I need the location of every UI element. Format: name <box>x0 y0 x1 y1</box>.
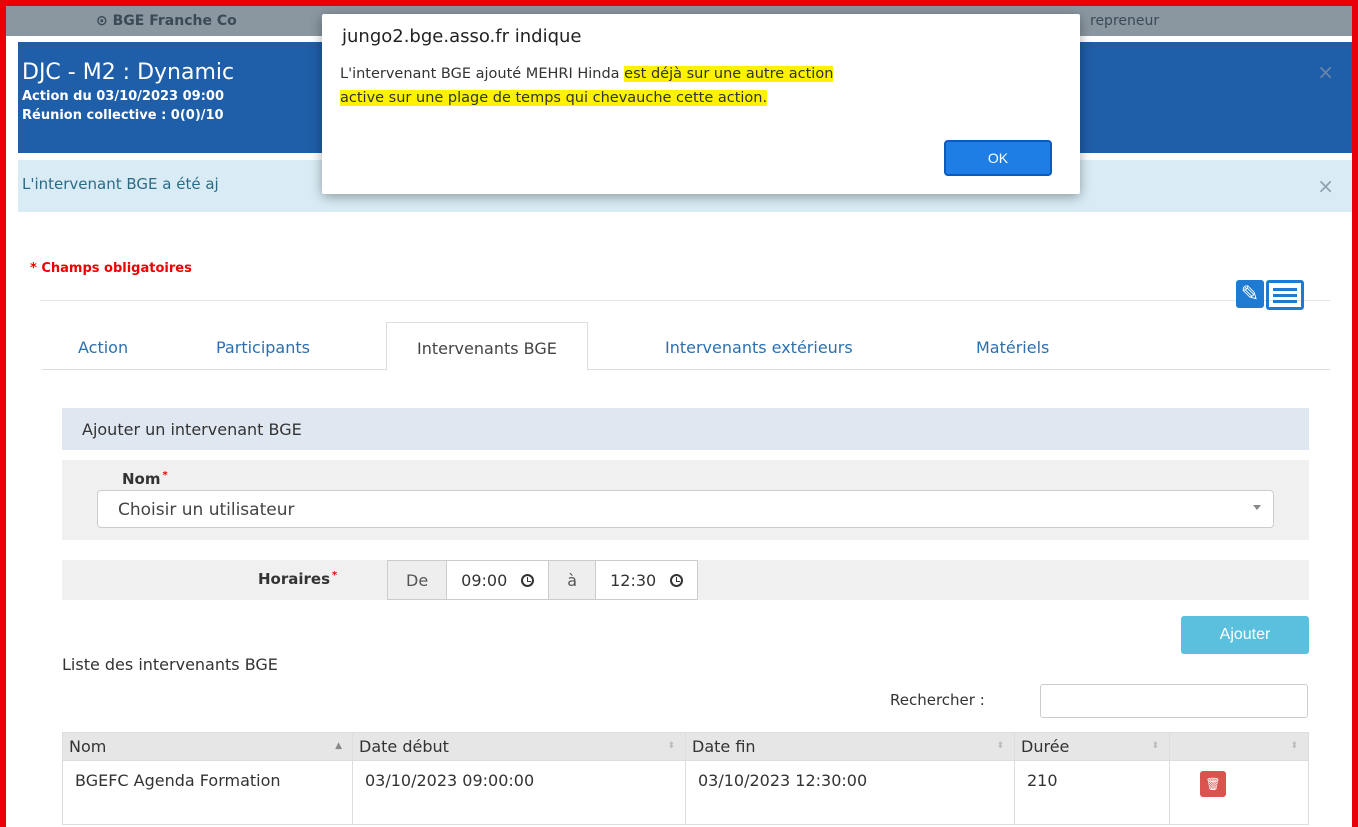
intervenants-table: Nom ▲ Date début ⬍ Date fin ⬍ Durée ⬍ ⬍ BGEF… <box>62 732 1309 825</box>
add-intervenant-section: Ajouter un intervenant BGE <box>62 408 1309 450</box>
column-header-date-debut[interactable]: Date début ⬍ <box>352 732 686 761</box>
ok-button[interactable]: OK <box>944 140 1052 176</box>
start-time-value: 09:00 <box>461 570 508 590</box>
dialog-title: jungo2.bge.asso.fr indique <box>342 26 582 47</box>
column-header-duree[interactable]: Durée ⬍ <box>1014 732 1170 761</box>
trash-icon[interactable]: 🗑 <box>1200 771 1226 797</box>
notice-text: L'intervenant BGE a été aj <box>22 175 219 193</box>
column-header-actions[interactable]: ⬍ <box>1169 732 1309 761</box>
clock-icon <box>670 573 684 587</box>
top-bar-left: ⊙ BGE Franche Co <box>96 13 237 29</box>
clock-icon <box>521 573 535 587</box>
tab-action[interactable]: Action <box>78 322 128 370</box>
list-view-icon[interactable] <box>1266 280 1304 310</box>
cell-date-fin: 03/10/2023 12:30:00 <box>685 760 1015 825</box>
close-icon[interactable]: × <box>1317 60 1334 84</box>
required-star: * <box>332 570 338 581</box>
highlighted-text: est déjà sur une autre action <box>624 66 834 82</box>
top-bar-right: repreneur <box>1090 13 1160 29</box>
action-date: Action du 03/10/2023 09:00 <box>22 89 225 104</box>
alert-dialog: jungo2.bge.asso.fr indique L'intervenant… <box>322 14 1080 194</box>
edit-icon[interactable]: ✎ <box>1236 280 1264 308</box>
dialog-message: L'intervenant BGE ajouté MEHRI Hinda est… <box>340 66 834 106</box>
required-fields-note: * Champs obligatoires <box>30 261 192 276</box>
sort-icon: ▲ <box>335 741 342 751</box>
cell-duree: 210 <box>1014 760 1170 825</box>
cell-actions: 🗑 <box>1169 760 1309 825</box>
add-button[interactable]: Ajouter <box>1181 616 1309 654</box>
column-header-nom[interactable]: Nom ▲ <box>62 732 353 761</box>
end-time-value: 12:30 <box>610 570 657 590</box>
to-label: à <box>549 561 597 599</box>
user-select-value: Choisir un utilisateur <box>118 500 295 520</box>
close-icon[interactable]: × <box>1317 174 1334 198</box>
divider <box>40 300 1330 301</box>
search-input[interactable] <box>1040 684 1308 718</box>
time-range: De 09:00 à 12:30 <box>387 560 699 600</box>
section-title: Ajouter un intervenant BGE <box>82 420 302 439</box>
column-header-date-fin[interactable]: Date fin ⬍ <box>685 732 1015 761</box>
start-time-input[interactable]: 09:00 <box>447 561 550 599</box>
list-title: Liste des intervenants BGE <box>62 655 278 674</box>
cell-nom: BGEFC Agenda Formation <box>62 760 353 825</box>
tab-bar: Action Participants Intervenants BGE Int… <box>42 322 1330 371</box>
tab-intervenants-exterieurs[interactable]: Intervenants extérieurs <box>665 322 853 370</box>
action-title: DJC - M2 : Dynamic <box>22 60 235 85</box>
tab-intervenants-bge[interactable]: Intervenants BGE <box>386 322 588 371</box>
tab-participants[interactable]: Participants <box>216 322 310 370</box>
sort-icon: ⬍ <box>667 741 675 751</box>
chevron-down-icon <box>1253 505 1261 510</box>
required-star: * <box>162 470 168 481</box>
horaires-label: Horaires * <box>258 570 338 588</box>
nom-label: Nom * <box>122 470 168 488</box>
view-toggle: ✎ <box>1236 280 1304 310</box>
tab-materiels[interactable]: Matériels <box>976 322 1049 370</box>
horaires-field-group: Horaires * De 09:00 à 12:30 <box>62 560 1309 600</box>
user-select[interactable]: Choisir un utilisateur <box>97 490 1274 528</box>
table-row: BGEFC Agenda Formation 03/10/2023 09:00:… <box>62 760 1309 825</box>
end-time-input[interactable]: 12:30 <box>596 561 697 599</box>
action-meeting-info: Réunion collective : 0(0)/10 <box>22 108 224 123</box>
cell-date-debut: 03/10/2023 09:00:00 <box>352 760 686 825</box>
sort-icon: ⬍ <box>1151 741 1159 751</box>
from-label: De <box>388 561 448 599</box>
search-label: Rechercher : <box>890 691 985 709</box>
nom-field-group: Nom * Choisir un utilisateur <box>62 460 1309 540</box>
sort-icon: ⬍ <box>1290 741 1298 751</box>
highlighted-text: active sur une plage de temps qui chevau… <box>340 90 768 106</box>
sort-icon: ⬍ <box>996 741 1004 751</box>
